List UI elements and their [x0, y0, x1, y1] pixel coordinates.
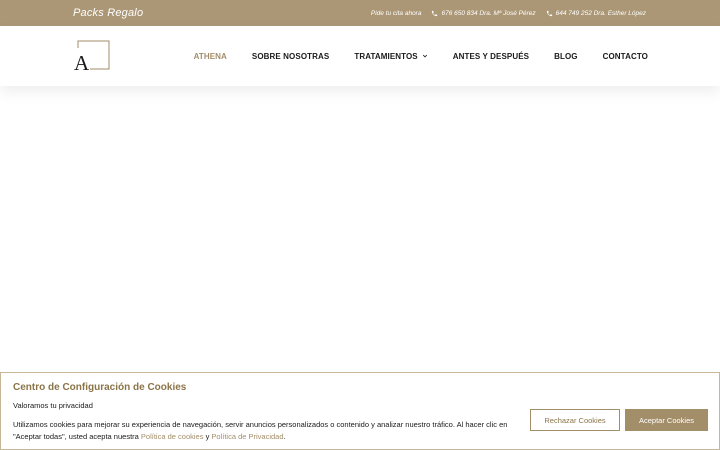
cookie-consent-panel: Centro de Configuración de Cookies Valor…: [0, 372, 720, 450]
phone-1-text: 676 650 834 Dra. Mª José Pérez: [441, 9, 536, 17]
main-header: A ATHENA SOBRE NOSOTRAS TRATAMIENTOS ANT…: [0, 26, 720, 86]
top-bar: Packs Regalo Pide tu cita ahora 676 650 …: [0, 0, 720, 26]
nav-sobre-nosotras[interactable]: SOBRE NOSOTRAS: [252, 52, 329, 61]
nav-tratamientos[interactable]: TRATAMIENTOS: [354, 52, 427, 61]
reject-cookies-button[interactable]: Rechazar Cookies: [530, 409, 620, 431]
nav-tratamientos-label: TRATAMIENTOS: [354, 51, 418, 61]
accept-cookies-button[interactable]: Aceptar Cookies: [625, 409, 708, 431]
athena-logo[interactable]: A: [73, 40, 111, 72]
phone-link-1[interactable]: 676 650 834 Dra. Mª José Pérez: [431, 9, 536, 17]
cookie-period: .: [283, 432, 286, 441]
packs-regalo-link[interactable]: Packs Regalo: [73, 7, 143, 19]
nav-athena[interactable]: ATHENA: [194, 52, 227, 61]
privacy-policy-link[interactable]: Política de Privacidad: [211, 432, 283, 441]
phone-2-text: 644 749 252 Dra. Esther López: [555, 9, 646, 17]
cookie-description: Utilizamos cookies para mejorar su exper…: [13, 419, 513, 443]
cookie-policy-link[interactable]: Política de cookies: [141, 432, 204, 441]
chevron-down-icon: [422, 53, 428, 59]
contact-group: Pide tu cita ahora 676 650 834 Dra. Mª J…: [371, 10, 646, 17]
cookie-title: Centro de Configuración de Cookies: [13, 382, 187, 393]
logo-letter: A: [74, 51, 90, 72]
phone-icon: [546, 10, 553, 17]
appointment-label: Pide tu cita ahora: [370, 9, 422, 17]
nav-blog[interactable]: BLOG: [554, 52, 578, 61]
nav-contacto[interactable]: CONTACTO: [603, 52, 648, 61]
main-nav: ATHENA SOBRE NOSOTRAS TRATAMIENTOS ANTES…: [194, 52, 648, 61]
phone-link-2[interactable]: 644 749 252 Dra. Esther López: [546, 10, 646, 17]
phone-icon: [431, 10, 438, 17]
nav-antes-y-despues[interactable]: ANTES Y DESPUÉS: [453, 52, 529, 61]
cookie-conjunction: y: [205, 432, 210, 441]
